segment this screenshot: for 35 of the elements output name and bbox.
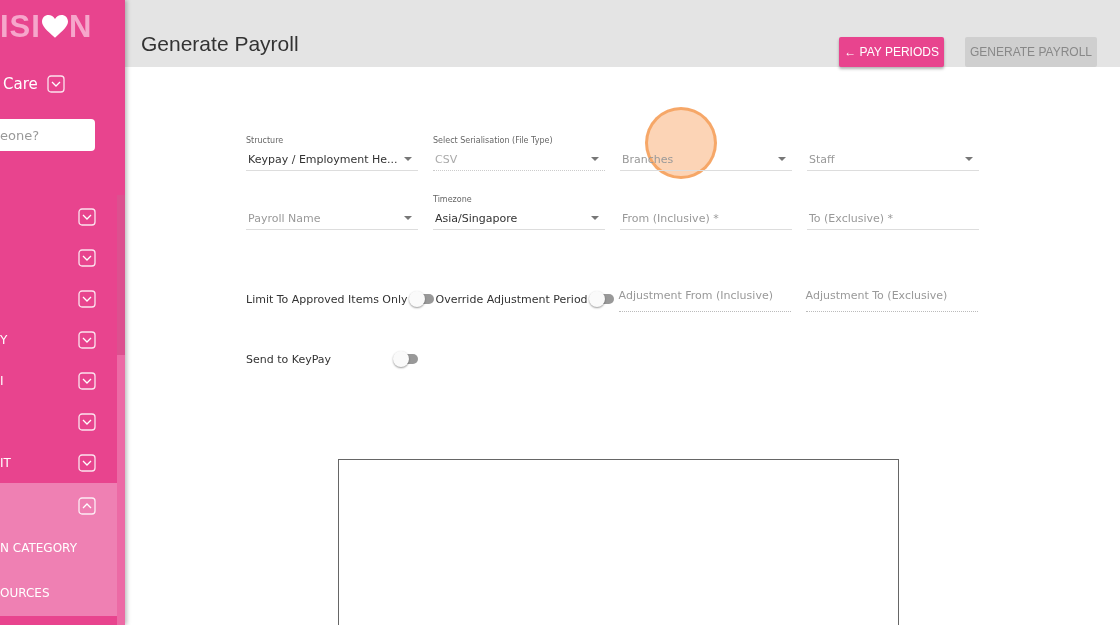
logo-text: ISI: [0, 9, 41, 45]
chevron-down-icon[interactable]: [78, 207, 96, 226]
logo-text: N: [68, 9, 93, 45]
chevron-down-icon[interactable]: [78, 412, 96, 431]
select-field[interactable]: Payroll Name: [246, 184, 418, 230]
date-field[interactable]: From (Inclusive) *: [620, 184, 792, 230]
heart-icon: [41, 15, 68, 39]
chevron-down-icon[interactable]: [78, 330, 96, 349]
toggle-switch[interactable]: [411, 294, 434, 304]
chevron-down-icon[interactable]: [78, 371, 96, 390]
select-field[interactable]: Staff: [807, 125, 979, 171]
chevron-up-icon[interactable]: [78, 496, 96, 515]
toggle-label: Limit To Approved Items Only: [246, 292, 408, 306]
chevron-down-icon[interactable]: [78, 453, 96, 472]
organisation-name: Care: [3, 75, 38, 93]
submenu-item[interactable]: OURCES: [0, 571, 117, 616]
menu-item[interactable]: I: [0, 373, 4, 388]
chevron-down-icon[interactable]: [78, 289, 96, 308]
menu-item[interactable]: IT: [0, 455, 11, 470]
search-field[interactable]: eone?: [0, 119, 95, 151]
toggle-switch[interactable]: [591, 294, 614, 304]
back-button[interactable]: ← PAY PERIODS: [839, 37, 944, 67]
toggle-label: Override Adjustment Period: [435, 292, 588, 306]
select-field[interactable]: Structure Keypay / Employment He...: [246, 125, 418, 171]
scrollbar-thumb[interactable]: [117, 195, 125, 355]
page-title: Generate Payroll: [141, 32, 299, 56]
date-field[interactable]: To (Exclusive) *: [807, 184, 979, 230]
chevron-down-icon[interactable]: [78, 248, 96, 267]
submenu-item[interactable]: N CATEGORY: [0, 526, 117, 571]
toggle-label: Send to KeyPay: [246, 352, 333, 366]
toggle-switch[interactable]: [396, 354, 418, 364]
chevron-down-icon[interactable]: [46, 75, 65, 93]
select-field[interactable]: Timezone Asia/Singapore: [433, 184, 605, 230]
menu-item[interactable]: Y: [0, 332, 8, 347]
scrollbar[interactable]: [117, 195, 125, 625]
